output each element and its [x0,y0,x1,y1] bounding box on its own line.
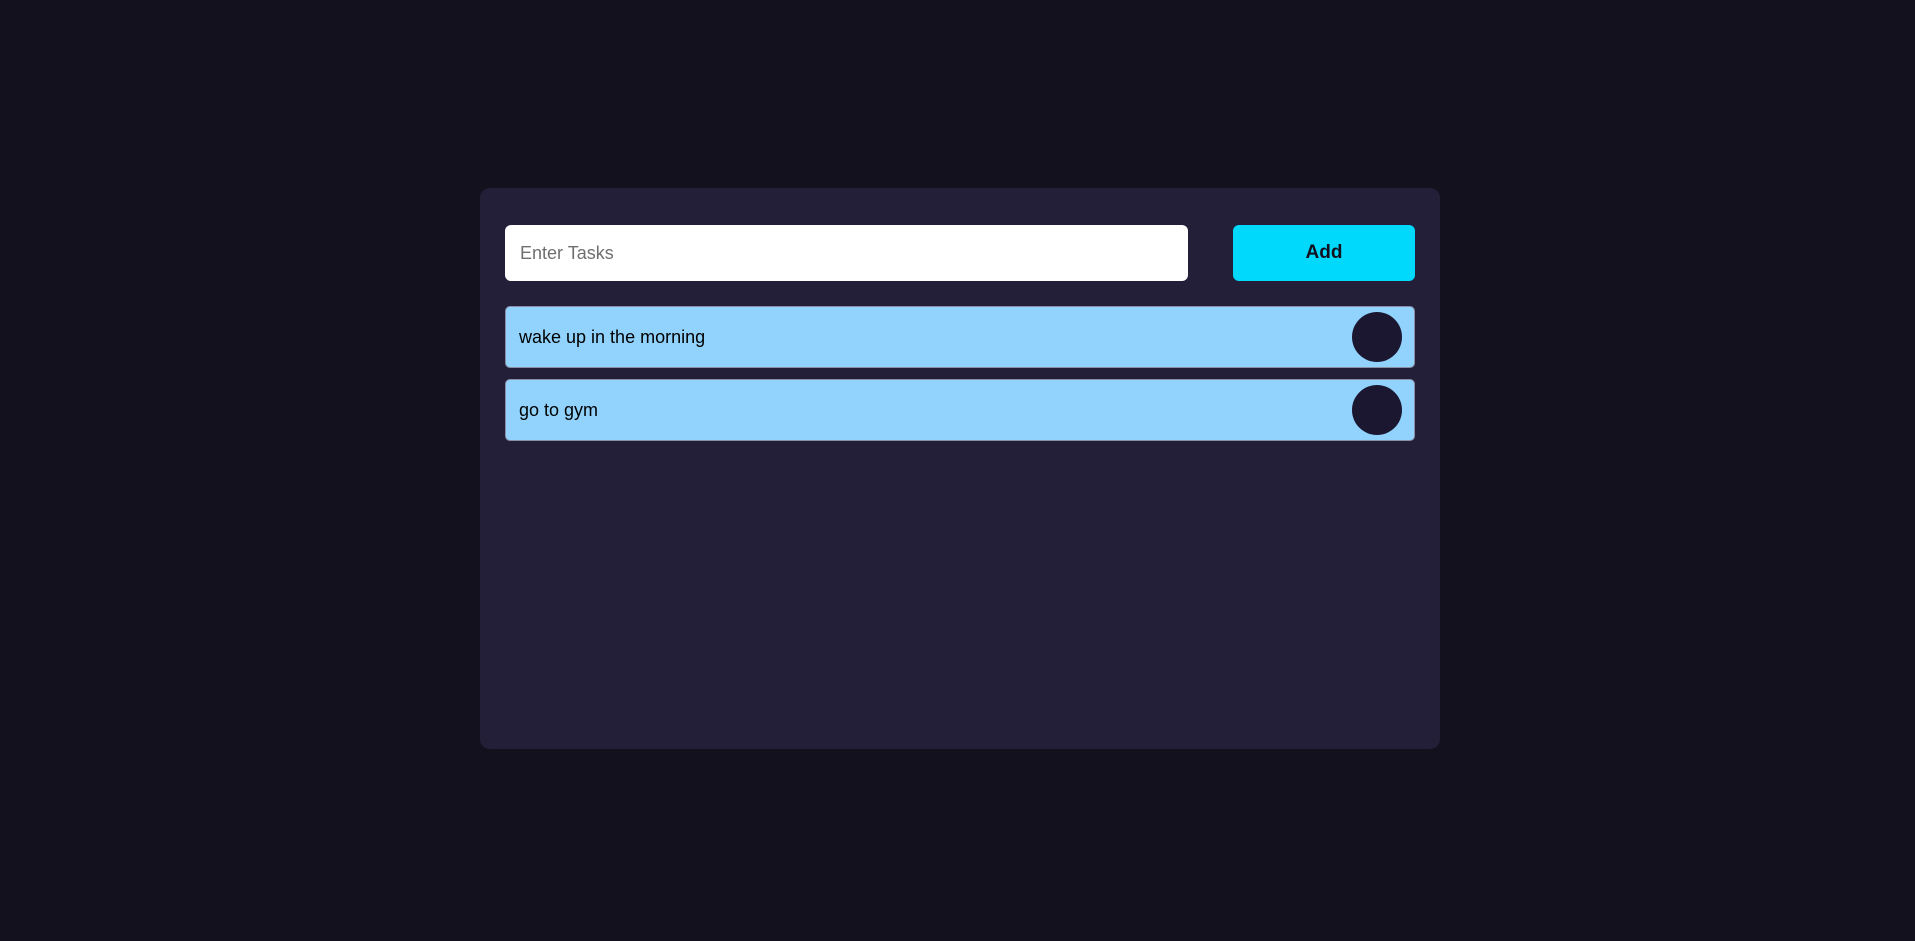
delete-task-button[interactable] [1352,385,1402,435]
task-list: wake up in the morning go to gym [505,306,1415,452]
task-text: wake up in the morning [519,326,706,347]
delete-task-button[interactable] [1352,312,1402,362]
task-input[interactable] [505,225,1188,281]
task-item: go to gym [505,379,1415,441]
task-item: wake up in the morning [505,306,1415,368]
add-button[interactable]: Add [1233,225,1415,281]
task-text: go to gym [519,399,599,420]
todo-card: Add wake up in the morning go to gym [480,188,1440,749]
